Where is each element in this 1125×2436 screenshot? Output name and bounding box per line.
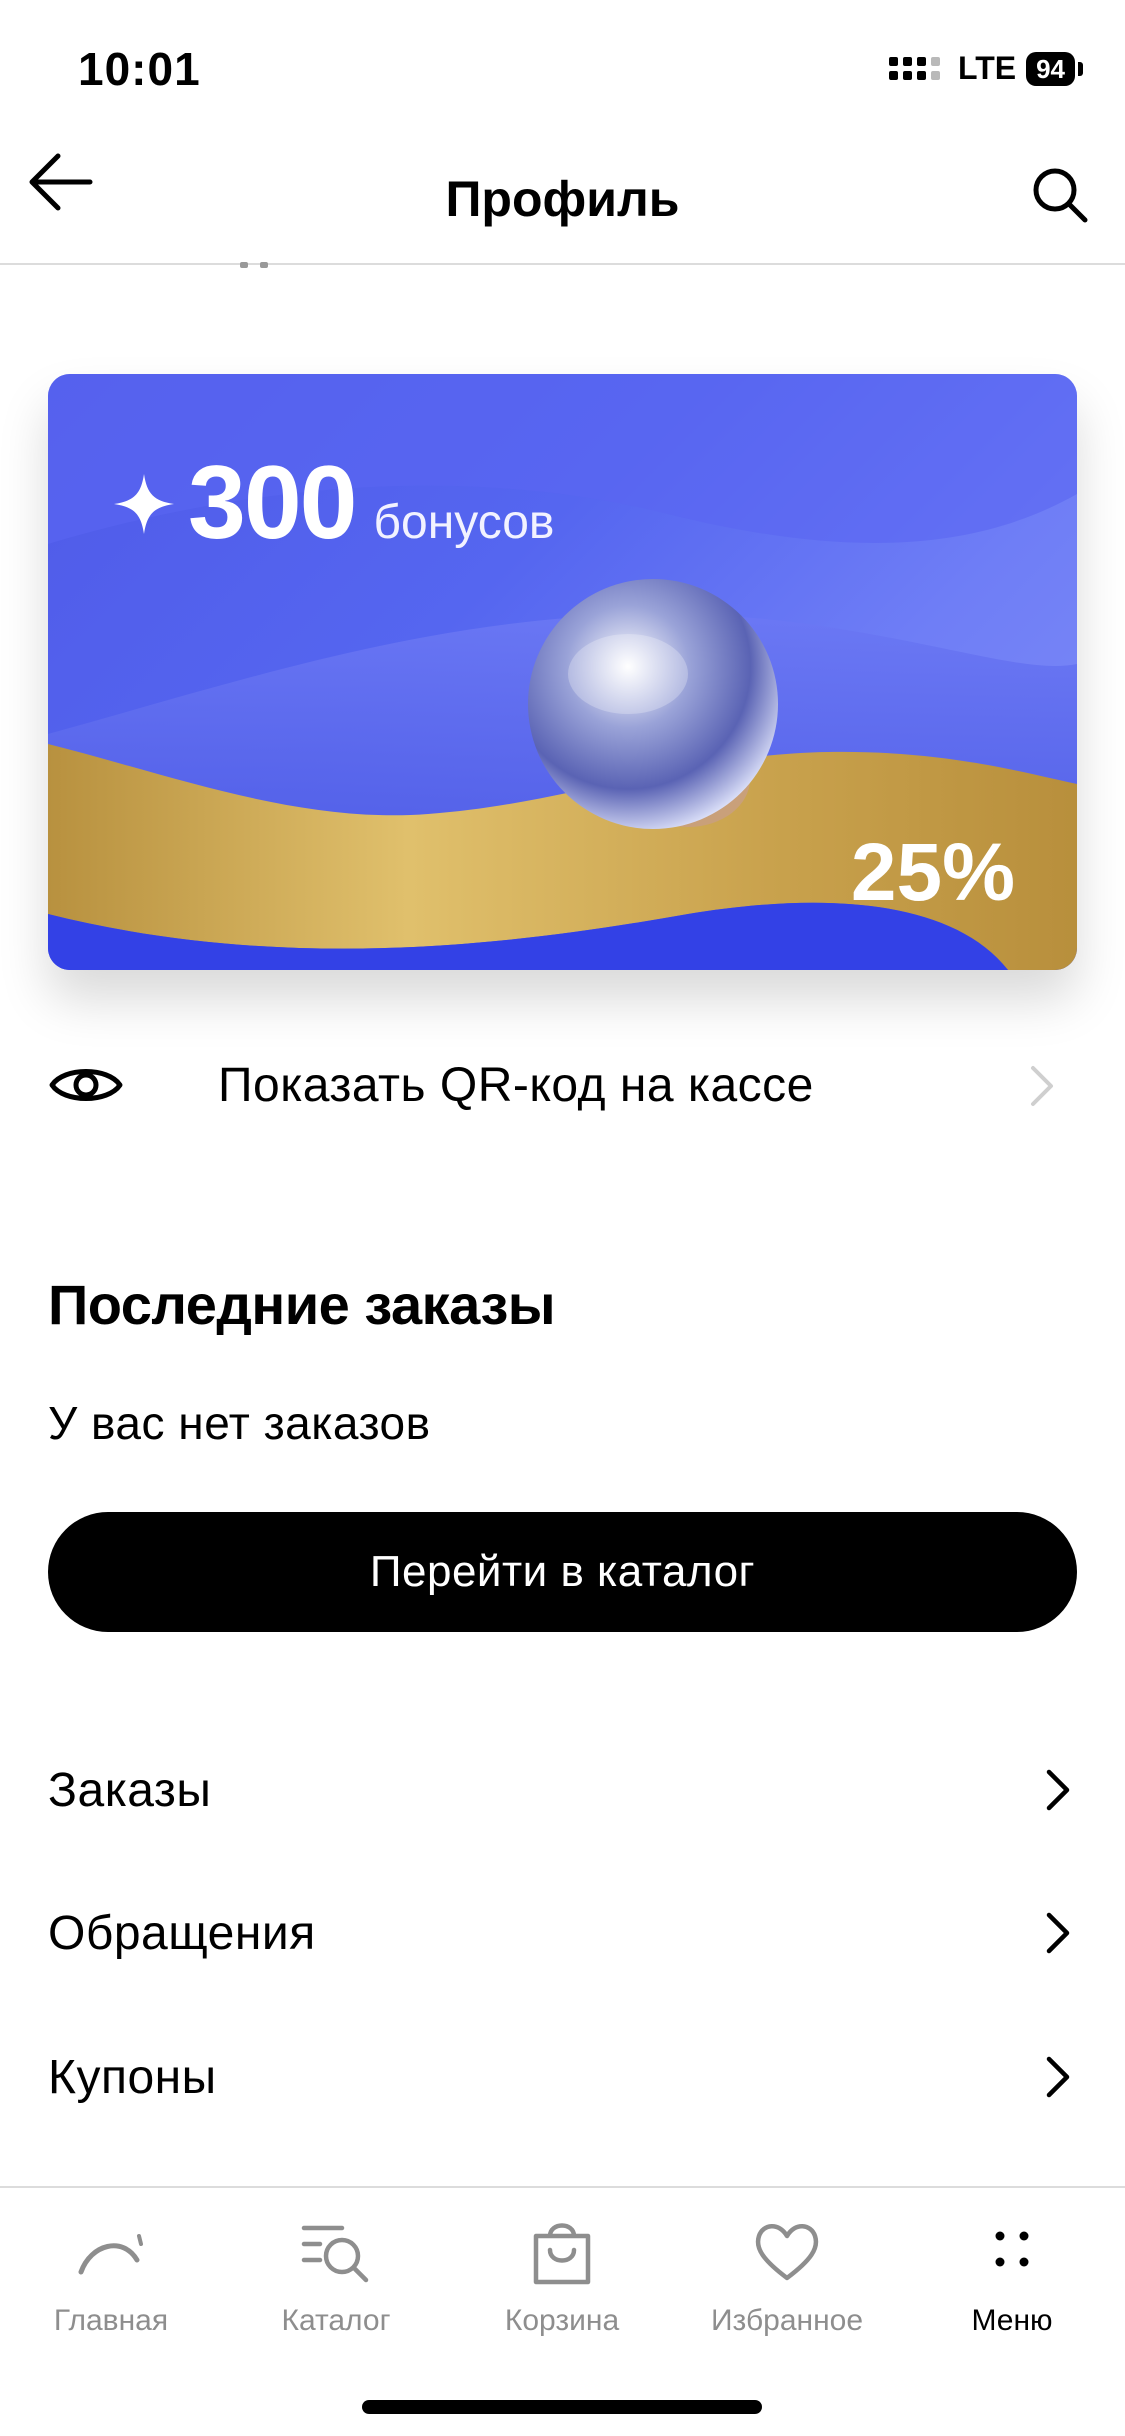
home-arc-icon [78,2234,143,2275]
menu-dots-icon [995,2231,1029,2267]
go-to-catalog-button[interactable]: Перейти в каталог [48,1512,1077,1632]
status-indicators: LTE 94 [889,50,1083,87]
bonus-balance: 300 бонусов [112,444,554,563]
catalog-search-icon [301,2225,369,2283]
menu-item-coupons[interactable]: Купоны [48,2032,1077,2122]
battery-icon: 94 [1026,51,1083,86]
tab-menu[interactable]: Меню [907,2214,1117,2338]
tab-bar: Главная Каталог Корзина Избранное Меню [0,2186,1125,2436]
tab-cart[interactable]: Корзина [457,2214,667,2338]
nav-header: Профиль [0,140,1125,265]
network-type: LTE [958,50,1017,86]
qr-label: Показать QR-код на кассе [218,1058,814,1112]
heart-icon [755,2224,819,2281]
bonus-amount: 300 [188,445,358,561]
tab-favorites[interactable]: Избранное [682,2214,892,2338]
search-icon [1033,168,1088,223]
chevron-right-icon [1046,1912,1070,1954]
battery-level: 94 [1026,51,1075,86]
search-button[interactable] [1025,160,1095,230]
tab-label: Корзина [504,2304,620,2337]
tab-label: Каталог [281,2304,391,2337]
bonus-percent: 25% [850,827,1015,918]
menu-item-requests[interactable]: Обращения [48,1888,1077,1978]
tab-label: Меню [971,2304,1053,2337]
show-qr-row[interactable]: Показать QR-код на кассе [48,1040,1077,1130]
chevron-right-icon [1046,1769,1070,1811]
bag-icon [533,2223,591,2285]
status-time: 10:01 [78,43,201,95]
tab-label: Главная [53,2304,169,2337]
tab-catalog[interactable]: Каталог [231,2214,441,2338]
eye-icon [49,1069,123,1101]
status-bar: 10:01 LTE 94 [0,0,1125,140]
tab-home[interactable]: Главная [6,2214,216,2338]
sparkle-icon [114,473,174,534]
menu-item-label: Заказы [48,1763,212,1817]
page-title: Профиль [445,171,680,227]
tab-label: Избранное [710,2304,864,2337]
home-indicator[interactable] [362,2400,762,2414]
chevron-right-icon [1031,1066,1053,1106]
scrolled-content-remnant [240,255,290,268]
orders-empty-text: У вас нет заказов [48,1397,431,1449]
menu-item-orders[interactable]: Заказы [48,1745,1077,1835]
chevron-right-icon [1046,2056,1070,2098]
orders-title: Последние заказы [48,1273,556,1336]
bonus-card[interactable]: 300 бонусов 25% [48,374,1077,970]
bonus-unit: бонусов [373,496,555,549]
menu-item-label: Обращения [48,1906,316,1960]
menu-item-label: Купоны [48,2050,217,2104]
signal-icon [889,57,941,80]
